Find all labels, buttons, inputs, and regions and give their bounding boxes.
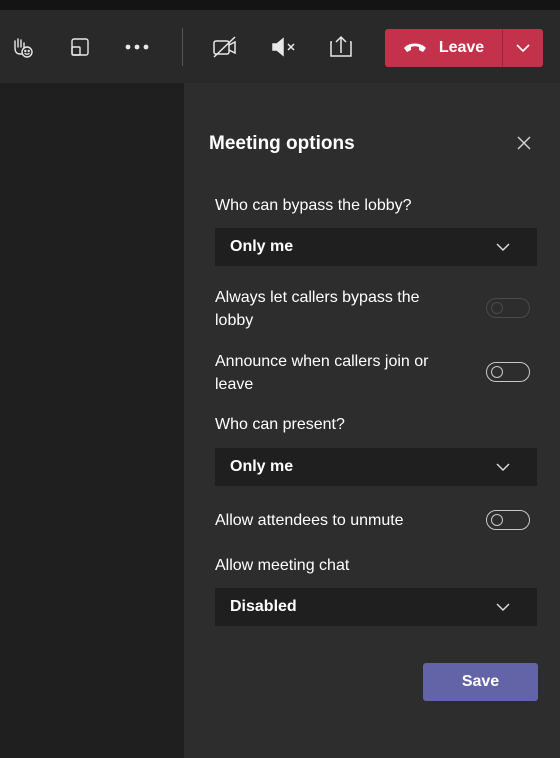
chevron-down-icon bbox=[496, 463, 510, 471]
toggle-knob bbox=[491, 302, 503, 314]
who-can-present-label: Who can present? bbox=[215, 416, 345, 433]
share-content-icon bbox=[330, 35, 352, 57]
announce-callers-label-line2: leave bbox=[215, 376, 254, 393]
chevron-down-icon bbox=[496, 603, 510, 611]
speaker-mute-icon bbox=[272, 37, 295, 57]
chevron-down-icon bbox=[496, 243, 510, 251]
leave-options-dropdown[interactable] bbox=[503, 29, 543, 67]
meeting-chat-value: Disabled bbox=[230, 598, 297, 615]
callers-bypass-toggle bbox=[486, 298, 530, 318]
speaker-toggle-button[interactable] bbox=[268, 32, 298, 62]
chevron-down-icon bbox=[516, 44, 530, 53]
leave-label: Leave bbox=[438, 39, 485, 56]
phone-hangup-icon bbox=[403, 43, 426, 52]
raise-hand-icon bbox=[14, 38, 33, 58]
meeting-stage bbox=[0, 83, 184, 758]
announce-callers-toggle[interactable] bbox=[486, 362, 530, 382]
meeting-toolbar: Leave bbox=[0, 10, 560, 83]
callers-bypass-label-line1: Always let callers bypass the bbox=[215, 289, 420, 306]
share-tray-button[interactable] bbox=[65, 32, 95, 62]
callers-bypass-label-line2: lobby bbox=[215, 312, 254, 329]
unmute-toggle[interactable] bbox=[486, 510, 530, 530]
close-icon bbox=[517, 136, 531, 150]
meeting-options-panel: Meeting options Who can bypass the lobby… bbox=[184, 83, 560, 758]
camera-off-icon bbox=[213, 36, 236, 58]
meeting-chat-select[interactable]: Disabled bbox=[215, 588, 537, 626]
who-can-present-value: Only me bbox=[230, 458, 294, 475]
share-content-button[interactable] bbox=[326, 32, 356, 62]
meeting-chat-label: Allow meeting chat bbox=[215, 557, 350, 574]
save-button[interactable]: Save bbox=[423, 663, 538, 701]
toggle-knob bbox=[491, 514, 503, 526]
bypass-lobby-value: Only me bbox=[230, 238, 294, 255]
window-top-strip bbox=[0, 0, 560, 10]
bypass-lobby-select[interactable]: Only me bbox=[215, 228, 537, 266]
more-options-button[interactable] bbox=[122, 32, 152, 62]
toggle-knob bbox=[491, 366, 503, 378]
who-can-present-select[interactable]: Only me bbox=[215, 448, 537, 486]
toolbar-separator bbox=[182, 28, 183, 66]
announce-callers-label: Announce when callers join or leave bbox=[215, 350, 455, 396]
leave-button-group: Leave bbox=[385, 29, 543, 67]
announce-callers-label-line1: Announce when callers join or bbox=[215, 353, 429, 370]
raise-hand-button[interactable] bbox=[8, 32, 38, 62]
leave-button[interactable]: Leave bbox=[385, 29, 502, 67]
camera-toggle-button[interactable] bbox=[210, 32, 240, 62]
more-options-icon bbox=[125, 44, 149, 50]
callers-bypass-label: Always let callers bypass the lobby bbox=[215, 286, 455, 332]
panel-title: Meeting options bbox=[209, 133, 355, 154]
bypass-lobby-label: Who can bypass the lobby? bbox=[215, 197, 412, 214]
unmute-label: Allow attendees to unmute bbox=[215, 512, 404, 529]
share-tray-icon bbox=[71, 38, 89, 56]
close-button[interactable] bbox=[514, 133, 534, 153]
